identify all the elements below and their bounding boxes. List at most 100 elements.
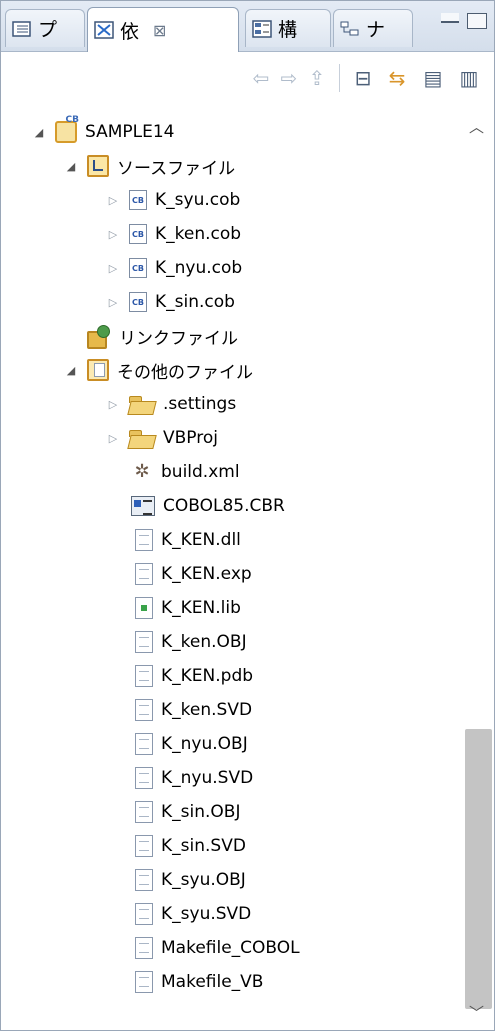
file-icon — [135, 801, 153, 823]
tree-node-file[interactable]: K_KEN.lib — [135, 591, 241, 625]
tree-node-file[interactable]: K_KEN.pdb — [135, 659, 253, 693]
dependency-view-panel: プ 依 ⊠ 構 ナ ⇦ ⇨ ⇪ ⊟ ⇆ ▤ ▥ ◢ CB SAMPLE14 ◢ … — [0, 0, 495, 1031]
tree-node-file[interactable]: K_sin.SVD — [135, 829, 246, 863]
cobol-file-icon: CB — [129, 258, 147, 278]
tree-node-file[interactable]: K_syu.OBJ — [135, 863, 246, 897]
file-icon — [135, 563, 153, 585]
tab-label: 構 — [278, 19, 298, 41]
tree-node-label: K_ken.cob — [155, 224, 242, 244]
tree-node-file[interactable]: COBOL85.CBR — [131, 489, 285, 523]
file-icon — [135, 767, 153, 789]
ant-build-icon: ✲ — [134, 461, 150, 482]
tree-node-label: ソースファイル — [117, 158, 236, 179]
tree-node-project[interactable]: ◢ SAMPLE14 — [31, 115, 175, 149]
tree-node-label: K_sin.OBJ — [161, 802, 241, 822]
tree-node-label: K_nyu.SVD — [161, 768, 254, 788]
tree-node-label: Makefile_COBOL — [161, 938, 300, 958]
tree-node-file[interactable]: K_ken.SVD — [135, 693, 252, 727]
tree-node-label: K_syu.SVD — [161, 904, 252, 924]
tree-node-file[interactable]: K_ken.OBJ — [135, 625, 247, 659]
toolbar-separator — [339, 64, 340, 92]
tree-node-label: リンクファイル — [119, 328, 238, 349]
tree-node-label: K_KEN.exp — [161, 564, 252, 584]
file-icon — [135, 903, 153, 925]
cbr-file-icon — [131, 496, 155, 516]
tree-node-label: K_ken.SVD — [161, 700, 253, 720]
library-file-icon — [135, 597, 153, 619]
expand-arrow-icon[interactable]: ◢ — [63, 158, 79, 174]
tab-project-explorer[interactable]: プ — [5, 9, 85, 47]
tree-node-label: SAMPLE14 — [85, 122, 175, 142]
tab-navigator[interactable]: ナ — [333, 9, 413, 47]
tree-node-file[interactable]: ✲ build.xml — [131, 455, 240, 489]
scroll-down-icon[interactable]: ﹀ — [459, 997, 494, 1027]
tab-structure[interactable]: 構 — [245, 9, 331, 47]
package-explorer-icon — [12, 20, 32, 38]
expand-arrow-icon[interactable]: ◢ — [31, 124, 47, 140]
view-toolbar: ⇦ ⇨ ⇪ ⊟ ⇆ ▤ ▥ — [1, 52, 494, 104]
view-tab-bar: プ 依 ⊠ 構 ナ — [1, 1, 494, 52]
source-folder-icon — [87, 155, 109, 177]
scrollbar-thumb[interactable] — [465, 729, 492, 1009]
file-icon — [135, 699, 153, 721]
tree-node-source-files[interactable]: ◢ ソースファイル — [63, 149, 235, 183]
filter-icon[interactable]: ▥ — [457, 66, 481, 90]
tree-node-file[interactable]: K_nyu.OBJ — [135, 727, 248, 761]
collapsed-arrow-icon[interactable]: ▷ — [105, 192, 121, 208]
tree-node-file[interactable]: K_KEN.dll — [135, 523, 241, 557]
collapse-all-icon[interactable]: ⊟ — [351, 66, 375, 90]
tree-node-file[interactable]: Makefile_COBOL — [135, 931, 300, 965]
file-icon — [135, 937, 153, 959]
maximize-icon[interactable] — [467, 13, 487, 29]
tree-node-file[interactable]: K_nyu.SVD — [135, 761, 253, 795]
tree-node-label: K_ken.OBJ — [161, 632, 247, 652]
view-menu-icon[interactable]: ▤ — [421, 66, 445, 90]
cobol-file-icon: CB — [129, 190, 147, 210]
file-icon — [135, 665, 153, 687]
file-icon — [135, 733, 153, 755]
go-up-icon[interactable]: ⇪ — [305, 66, 329, 90]
tab-label: ナ — [366, 19, 386, 41]
tree-node-file[interactable]: ▷ CB K_ken.cob — [105, 217, 241, 251]
tree-node-label: K_syu.OBJ — [161, 870, 246, 890]
tree-node-file[interactable]: ▷ CB K_nyu.cob — [105, 251, 242, 285]
scroll-up-icon[interactable]: ︿ — [459, 111, 494, 141]
cobol-file-icon: CB — [129, 292, 147, 312]
collapsed-arrow-icon[interactable]: ▷ — [105, 260, 121, 276]
file-icon — [135, 971, 153, 993]
tree-node-file[interactable]: K_sin.OBJ — [135, 795, 240, 829]
navigator-icon — [340, 20, 360, 38]
collapsed-arrow-icon[interactable]: ▷ — [105, 294, 121, 310]
tree-node-folder[interactable]: ▷ .settings — [105, 387, 236, 421]
close-icon[interactable]: ⊠ — [153, 21, 166, 40]
structure-view-icon — [252, 19, 272, 38]
vertical-scrollbar[interactable]: ︿ ﹀ — [459, 105, 494, 1030]
tree-node-file[interactable]: ▷ CB K_syu.cob — [105, 183, 240, 217]
file-icon — [135, 869, 153, 891]
cobol-project-icon — [55, 115, 79, 143]
file-icon — [135, 529, 153, 551]
tree-node-file[interactable]: K_syu.SVD — [135, 897, 251, 931]
link-with-editor-icon[interactable]: ⇆ — [385, 66, 409, 90]
tree-node-file[interactable]: K_KEN.exp — [135, 557, 252, 591]
tree-node-label: COBOL85.CBR — [163, 496, 285, 516]
tree-node-other-files[interactable]: ◢ その他のファイル — [63, 353, 253, 387]
tree-node-folder[interactable]: ▷ VBProj — [105, 421, 218, 455]
minimize-icon[interactable] — [441, 13, 459, 23]
tree-node-label: その他のファイル — [117, 362, 253, 383]
folder-icon — [129, 394, 155, 414]
tree-node-file[interactable]: Makefile_VB — [135, 965, 263, 999]
tab-label: 依 — [120, 20, 140, 43]
collapsed-arrow-icon[interactable]: ▷ — [105, 396, 121, 412]
collapsed-arrow-icon[interactable]: ▷ — [105, 226, 121, 242]
tab-dependency[interactable]: 依 ⊠ — [87, 7, 239, 52]
back-arrow-icon[interactable]: ⇦ — [249, 66, 273, 90]
file-icon — [135, 835, 153, 857]
tree-node-label: Makefile_VB — [161, 972, 264, 992]
collapsed-arrow-icon[interactable]: ▷ — [105, 430, 121, 446]
forward-arrow-icon[interactable]: ⇨ — [277, 66, 301, 90]
expand-arrow-icon[interactable]: ◢ — [63, 362, 79, 378]
tree-node-link-files[interactable]: リンクファイル — [87, 319, 238, 353]
tree-node-file[interactable]: ▷ CB K_sin.cob — [105, 285, 235, 319]
tree-node-label: build.xml — [161, 462, 240, 482]
